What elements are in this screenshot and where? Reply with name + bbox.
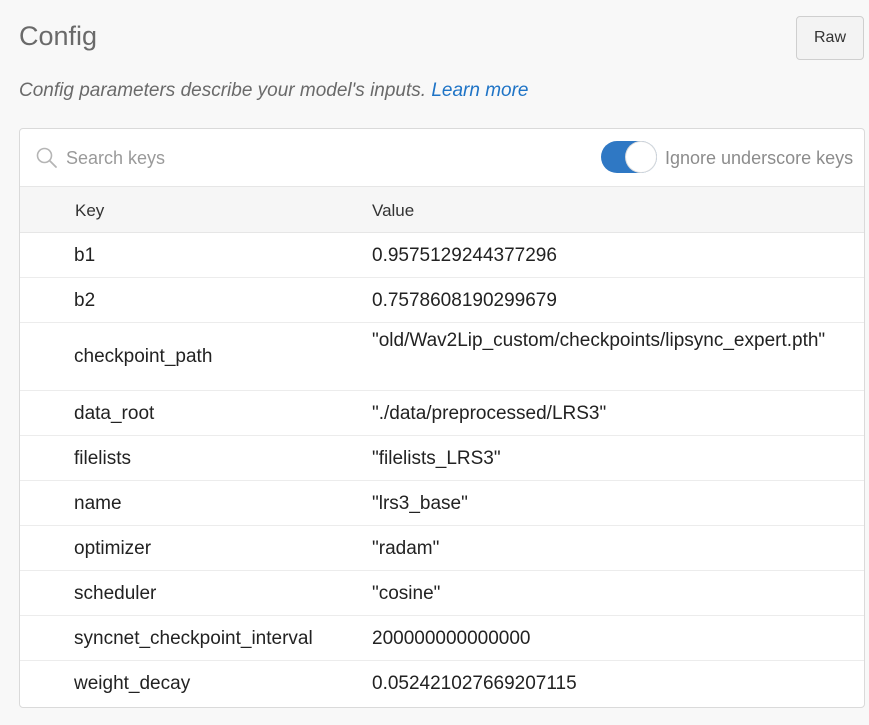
row-value: 0.052421027669207115 — [372, 673, 577, 694]
table-header: Key Value — [20, 187, 864, 233]
row-value: 0.7578608190299679 — [372, 290, 557, 311]
search-input[interactable] — [66, 143, 366, 173]
search-icon — [36, 147, 57, 168]
table-body: b1 0.9575129244377296 b2 0.7578608190299… — [20, 233, 864, 706]
row-value: "cosine" — [372, 583, 441, 604]
row-value: "radam" — [372, 538, 440, 559]
toggle-label: Ignore underscore keys — [665, 148, 854, 168]
config-toolbar: Ignore underscore keys — [20, 129, 864, 187]
row-key: optimizer — [74, 538, 152, 559]
row-key: name — [74, 493, 122, 514]
description-text: Config parameters describe your model's … — [19, 80, 427, 101]
row-key: filelists — [74, 448, 132, 469]
row-key: data_root — [74, 403, 155, 424]
table-row: b2 0.7578608190299679 — [20, 278, 864, 323]
row-value: 0.9575129244377296 — [372, 245, 557, 266]
row-value: "filelists_LRS3" — [372, 448, 501, 469]
learn-more-link[interactable]: Learn more — [431, 80, 528, 101]
table-row: checkpoint_path "old/Wav2Lip_custom/chec… — [20, 323, 864, 391]
table-row: name "lrs3_base" — [20, 481, 864, 526]
table-row: syncnet_checkpoint_interval 200000000000… — [20, 616, 864, 661]
table-row: data_root "./data/preprocessed/LRS3" — [20, 391, 864, 436]
toggle-knob — [626, 142, 656, 172]
row-key: checkpoint_path — [74, 346, 213, 367]
row-key: scheduler — [74, 583, 157, 604]
row-value: 200000000000000 — [372, 628, 531, 649]
row-value: "./data/preprocessed/LRS3" — [372, 403, 607, 424]
column-header-value: Value — [372, 201, 415, 220]
row-key: syncnet_checkpoint_interval — [74, 628, 313, 649]
row-value: "lrs3_base" — [372, 493, 468, 514]
row-key: b1 — [74, 245, 96, 266]
table-row: optimizer "radam" — [20, 526, 864, 571]
ignore-underscore-toggle[interactable] — [601, 141, 657, 173]
column-header-key: Key — [75, 201, 105, 220]
row-key: weight_decay — [74, 673, 191, 694]
row-value: "old/Wav2Lip_custom/checkpoints/lipsync_… — [372, 330, 826, 351]
table-row: scheduler "cosine" — [20, 571, 864, 616]
row-key: b2 — [74, 290, 96, 311]
table-row: weight_decay 0.052421027669207115 — [20, 661, 864, 706]
table-row: b1 0.9575129244377296 — [20, 233, 864, 278]
raw-button[interactable]: Raw — [796, 16, 864, 60]
page-title: Config — [19, 21, 98, 51]
page-description: Config parameters describe your model's … — [19, 78, 529, 104]
table-row: filelists "filelists_LRS3" — [20, 436, 864, 481]
config-panel: Ignore underscore keys Key Value b1 0.95… — [19, 128, 865, 708]
